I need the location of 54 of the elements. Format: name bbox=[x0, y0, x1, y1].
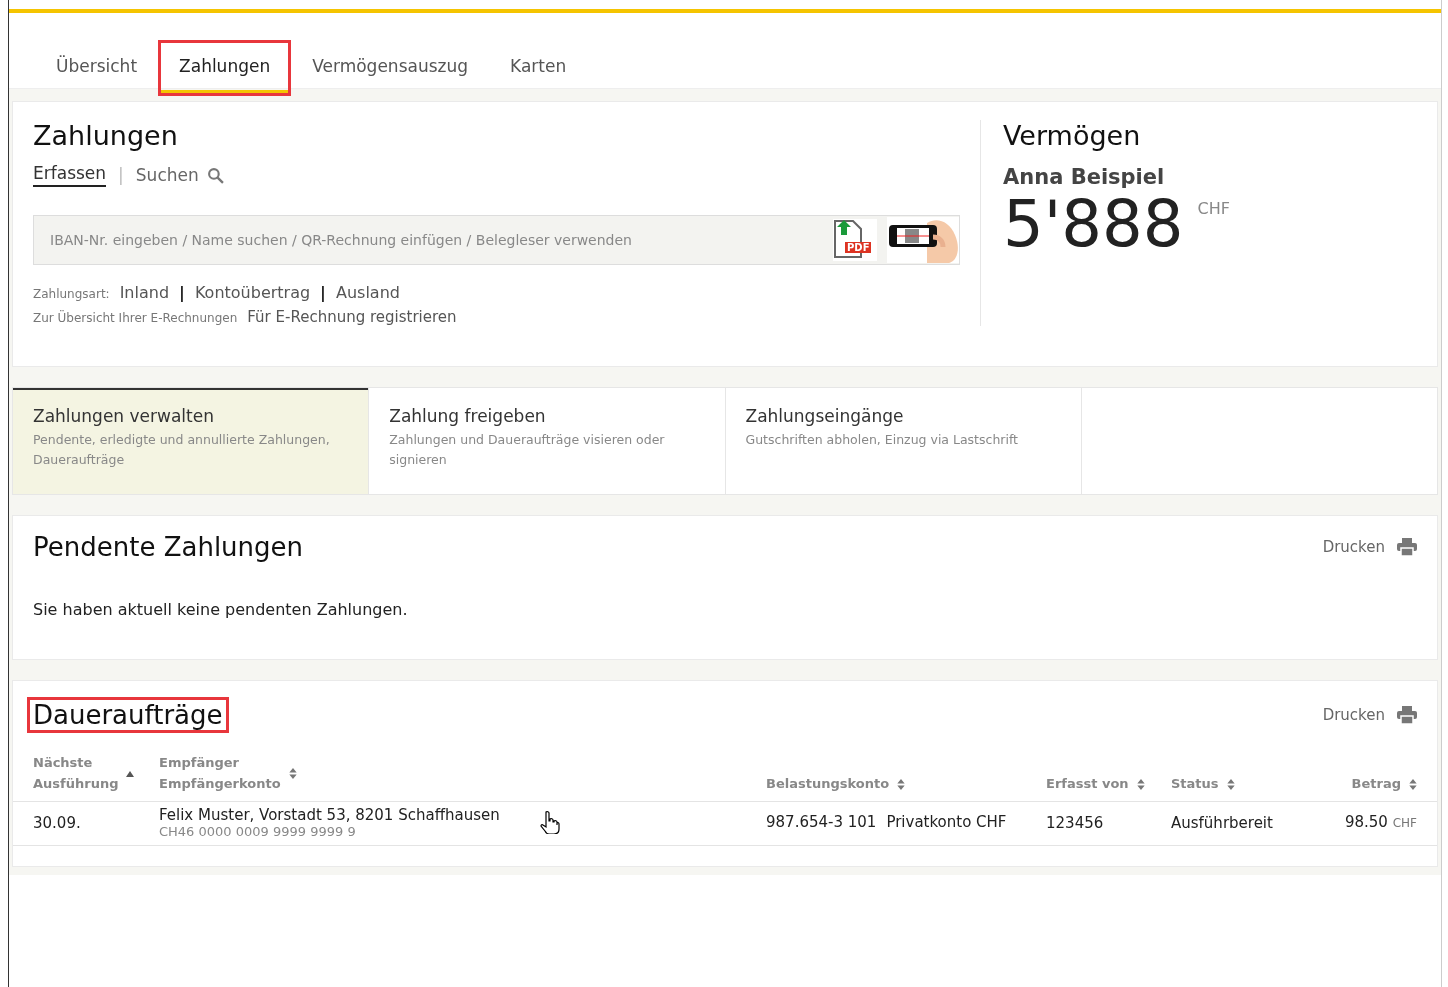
mode-link[interactable]: Suchen bbox=[135, 165, 199, 185]
recipient-cell: Felix Muster, Vorstadt 53, 8201 Schaffhausen bbox=[159, 805, 500, 824]
phone-scan-icon[interactable] bbox=[887, 217, 959, 263]
column-header[interactable]: Nächste Ausführung bbox=[33, 753, 119, 795]
section-title: Vermögen bbox=[1003, 120, 1142, 151]
printer-icon[interactable] bbox=[1397, 706, 1417, 724]
column-header[interactable]: Empfänger Empfängerkonto bbox=[159, 753, 281, 795]
section-title: Pendente Zahlungen bbox=[33, 532, 305, 562]
date-cell: 30.09. bbox=[33, 813, 81, 832]
payment-type-link[interactable]: Ausland bbox=[335, 283, 400, 302]
sort-icon[interactable] bbox=[288, 768, 297, 780]
action-tile[interactable]: Zahlung freigeben Zahlungen und Daueraufträge visieren oder signieren bbox=[369, 388, 725, 494]
print-link[interactable]: Drucken bbox=[1322, 538, 1385, 556]
created-by-cell: 123456 bbox=[1046, 813, 1104, 832]
asset-amount: 5'888 bbox=[1003, 189, 1184, 260]
column-header[interactable]: Belastungskonto bbox=[766, 773, 890, 795]
owner-name: Anna Beispiel bbox=[1003, 165, 1166, 189]
sort-icon[interactable] bbox=[897, 778, 906, 790]
amount-cell: 98.50 CHF bbox=[1344, 813, 1417, 832]
pdf-upload-icon[interactable]: PDF bbox=[833, 219, 877, 261]
search-field[interactable]: IBAN-Nr. eingeben / Name suchen / QR-Rechnung einfügen / Belegleser verwenden PDF bbox=[33, 215, 960, 265]
section-title: Daueraufträge bbox=[27, 697, 229, 733]
print-link[interactable]: Drucken bbox=[1322, 706, 1385, 724]
ebill-overview-link[interactable]: Zur Übersicht Ihrer E-Rechnungen bbox=[33, 311, 238, 325]
nav-tab[interactable]: Zahlungen bbox=[158, 40, 292, 96]
separator-text: | bbox=[320, 283, 326, 302]
recipient-account: CH46 0000 0009 9999 9999 9 bbox=[159, 823, 357, 839]
hand-cursor-icon bbox=[539, 810, 560, 835]
separator-text: | bbox=[118, 165, 124, 185]
nav-tab[interactable]: Vermögensauszug bbox=[291, 40, 490, 96]
column-header[interactable]: Status bbox=[1171, 773, 1219, 795]
search-icon[interactable] bbox=[206, 166, 224, 184]
sort-icon[interactable] bbox=[1226, 778, 1235, 790]
separator-text: | bbox=[179, 283, 185, 302]
status-cell: Ausführbereit bbox=[1171, 813, 1273, 832]
payment-type-link[interactable]: Kontoübertrag bbox=[194, 283, 311, 302]
payment-type-label: Zahlungsart: bbox=[33, 287, 110, 301]
sort-icon[interactable] bbox=[1409, 778, 1417, 790]
column-header[interactable]: Erfasst von bbox=[1046, 773, 1129, 795]
currency-label: CHF bbox=[1197, 199, 1230, 218]
printer-icon[interactable] bbox=[1397, 538, 1417, 556]
nav-tab[interactable]: Übersicht bbox=[35, 40, 159, 96]
nav-tab[interactable]: Karten bbox=[489, 40, 588, 96]
action-tile[interactable]: Zahlungseingänge Gutschriften abholen, Einzug via Lastschrift bbox=[725, 388, 1081, 494]
sort-ascending-icon[interactable] bbox=[126, 769, 135, 778]
ebill-register-link[interactable]: Für E-Rechnung registrieren bbox=[247, 308, 457, 326]
empty-message: Sie haben aktuell keine pendenten Zahlungen. bbox=[33, 600, 409, 619]
section-title: Zahlungen bbox=[33, 120, 179, 151]
account-cell-text: 987.654-3 101 Privatkonto CHF bbox=[766, 813, 1008, 832]
payment-type-link[interactable]: Inland bbox=[119, 283, 170, 302]
column-header[interactable]: Betrag bbox=[1351, 773, 1401, 795]
action-tile[interactable]: Zahlungen verwalten Pendente, erledigte und annullierte Zahlungen, Daueraufträge bbox=[13, 388, 369, 494]
sort-icon[interactable] bbox=[1136, 778, 1145, 790]
mode-link[interactable]: Erfassen bbox=[33, 163, 107, 187]
